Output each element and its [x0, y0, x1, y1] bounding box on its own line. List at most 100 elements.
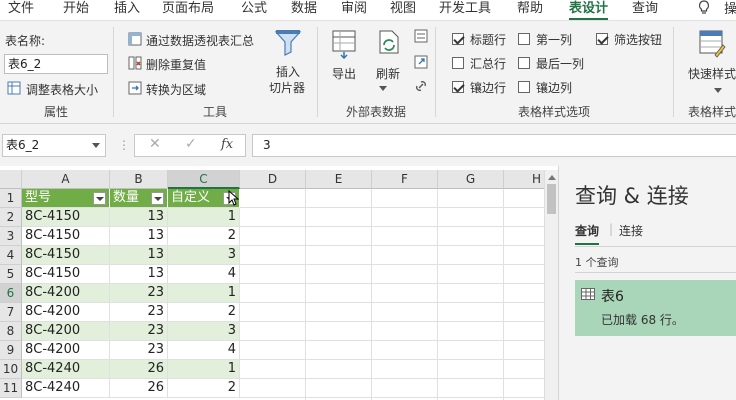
properties-icon[interactable] — [414, 29, 428, 46]
worksheet-grid[interactable]: A B C D E F G H 1 2 3 4 5 6 7 8 9 10 11 … — [0, 170, 556, 400]
last-column-checkbox[interactable] — [518, 57, 530, 69]
unlink-icon[interactable] — [414, 79, 428, 96]
cell-model[interactable]: 8C-4240 — [22, 379, 110, 398]
table-name-input[interactable]: 表6_2 — [4, 54, 108, 74]
row-header[interactable]: 8 — [0, 322, 22, 341]
summarize-pivot-button[interactable]: 通过数据透视表汇总 — [146, 32, 254, 49]
table-header-quantity[interactable]: 数量 — [110, 189, 168, 208]
select-all-corner[interactable] — [0, 170, 22, 189]
export-button[interactable]: 导出 — [332, 65, 356, 82]
cell-custom[interactable]: 2 — [168, 227, 240, 246]
banded-columns-checkbox[interactable] — [518, 81, 530, 93]
menu-data[interactable]: 数据 — [291, 0, 317, 20]
cell-quantity[interactable]: 13 — [110, 227, 168, 246]
cell-model[interactable]: 8C-4200 — [22, 322, 110, 341]
row-header[interactable]: 1 — [0, 189, 22, 208]
row-header[interactable]: 9 — [0, 341, 22, 360]
first-column-checkbox[interactable] — [518, 33, 530, 45]
insert-slicer-button-line1[interactable]: 插入 — [276, 63, 300, 80]
row-header[interactable]: 5 — [0, 265, 22, 284]
cell-custom[interactable]: 1 — [168, 284, 240, 303]
quick-styles-button[interactable]: 快速样式 — [688, 65, 736, 82]
table-header-model[interactable]: 型号 — [22, 189, 110, 208]
resize-table-button[interactable]: 调整表格大小 — [26, 81, 98, 98]
enter-icon[interactable]: ✓ — [185, 136, 197, 152]
empty-cells[interactable] — [240, 189, 556, 400]
cell-custom[interactable]: 4 — [168, 341, 240, 360]
scroll-up-icon[interactable] — [548, 175, 556, 180]
menu-query[interactable]: 查询 — [632, 0, 658, 20]
column-header-b[interactable]: B — [110, 170, 168, 189]
query-card[interactable]: 表6 已加载 68 行。 — [575, 280, 736, 336]
menu-file[interactable]: 文件 — [8, 0, 34, 20]
vertical-scrollbar[interactable] — [544, 170, 558, 400]
cell-custom[interactable]: 4 — [168, 265, 240, 284]
row-header[interactable]: 2 — [0, 208, 22, 227]
cancel-icon[interactable]: ✕ — [149, 136, 161, 152]
cell-custom[interactable]: 3 — [168, 322, 240, 341]
cell-model[interactable]: 8C-4150 — [22, 208, 110, 227]
cell-quantity[interactable]: 26 — [110, 379, 168, 398]
filter-dropdown-icon[interactable] — [151, 192, 164, 205]
insert-slicer-button-line2[interactable]: 切片器 — [269, 79, 305, 96]
cell-custom[interactable]: 2 — [168, 379, 240, 398]
cell-model[interactable]: 8C-4150 — [22, 227, 110, 246]
menu-home[interactable]: 开始 — [63, 0, 89, 20]
scrollbar-thumb[interactable] — [547, 184, 556, 214]
column-header-d[interactable]: D — [240, 170, 306, 189]
cell-custom[interactable]: 1 — [168, 360, 240, 379]
remove-duplicates-button[interactable]: 删除重复值 — [146, 56, 206, 73]
cell-model[interactable]: 8C-4200 — [22, 341, 110, 360]
filter-button-checkbox[interactable] — [596, 33, 608, 45]
filter-dropdown-icon[interactable] — [93, 192, 106, 205]
menu-page-layout[interactable]: 页面布局 — [162, 0, 214, 20]
row-header[interactable]: 4 — [0, 246, 22, 265]
cell-model[interactable]: 8C-4200 — [22, 303, 110, 322]
cell-model[interactable]: 8C-4240 — [22, 360, 110, 379]
column-header-e[interactable]: E — [306, 170, 372, 189]
row-header[interactable]: 7 — [0, 303, 22, 322]
formula-bar-grip-icon[interactable]: ⋮ — [118, 138, 130, 152]
insert-function-icon[interactable]: fx — [221, 137, 233, 152]
menu-insert[interactable]: 插入 — [114, 0, 140, 20]
convert-range-button[interactable]: 转换为区域 — [146, 81, 206, 98]
cell-custom[interactable]: 3 — [168, 246, 240, 265]
total-row-checkbox[interactable] — [452, 57, 464, 69]
refresh-dropdown-icon[interactable] — [379, 80, 387, 94]
tab-queries[interactable]: 查询 — [575, 222, 600, 245]
tell-me[interactable]: 操 — [698, 0, 736, 20]
open-in-browser-icon[interactable] — [414, 55, 428, 72]
chevron-down-icon[interactable] — [92, 143, 100, 148]
cell-quantity[interactable]: 23 — [110, 341, 168, 360]
cell-model[interactable]: 8C-4200 — [22, 284, 110, 303]
column-header-f[interactable]: F — [372, 170, 438, 189]
menu-view[interactable]: 视图 — [390, 0, 416, 20]
menu-formulas[interactable]: 公式 — [241, 0, 267, 20]
menu-help[interactable]: 帮助 — [517, 0, 543, 20]
cell-model[interactable]: 8C-4150 — [22, 246, 110, 265]
row-header[interactable]: 11 — [0, 379, 22, 398]
cell-quantity[interactable]: 13 — [110, 208, 168, 227]
tab-connections[interactable]: 连接 — [619, 222, 643, 239]
cell-quantity[interactable]: 13 — [110, 265, 168, 284]
quick-styles-dropdown-icon[interactable] — [714, 82, 722, 96]
cell-quantity[interactable]: 23 — [110, 322, 168, 341]
column-header-g[interactable]: G — [438, 170, 504, 189]
cell-model[interactable]: 8C-4150 — [22, 265, 110, 284]
formula-input[interactable]: 3 — [252, 134, 736, 157]
column-header-a[interactable]: A — [22, 170, 110, 189]
row-header[interactable]: 10 — [0, 360, 22, 379]
cell-quantity[interactable]: 23 — [110, 284, 168, 303]
row-header[interactable]: 3 — [0, 227, 22, 246]
cell-quantity[interactable]: 26 — [110, 360, 168, 379]
menu-review[interactable]: 审阅 — [341, 0, 367, 20]
header-row-checkbox[interactable] — [452, 33, 464, 45]
name-box[interactable]: 表6_2 — [2, 134, 106, 157]
banded-rows-checkbox[interactable] — [452, 81, 464, 93]
row-header[interactable]: 6 — [0, 284, 22, 303]
menu-developer[interactable]: 开发工具 — [439, 0, 491, 20]
cell-quantity[interactable]: 23 — [110, 303, 168, 322]
cell-custom[interactable]: 2 — [168, 303, 240, 322]
cell-custom[interactable]: 1 — [168, 208, 240, 227]
menu-table-design[interactable]: 表设计 — [569, 0, 609, 20]
